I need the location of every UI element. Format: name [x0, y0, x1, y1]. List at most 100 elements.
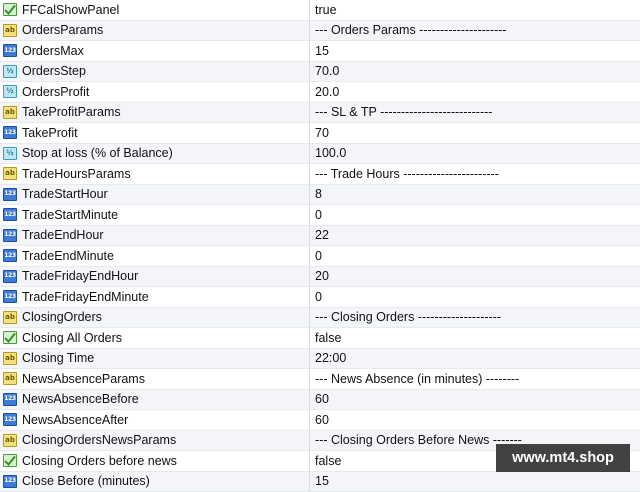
parameter-name-cell: abClosingOrders [0, 308, 310, 328]
parameter-name-cell: FFCalShowPanel [0, 0, 310, 20]
parameter-row[interactable]: ab NewsAbsenceParams --- News Absence (in … [0, 369, 640, 390]
parameter-name-cell: Closing All Orders [0, 328, 310, 348]
parameter-value-cell[interactable]: 22 [311, 226, 640, 246]
string-icon: ab [3, 372, 17, 385]
parameter-row[interactable]: 123 TradeEndMinute 0 [0, 246, 640, 267]
parameter-name-cell: abClosingOrdersNewsParams [0, 431, 310, 451]
parameter-name-cell: 123TradeFridayEndHour [0, 267, 310, 287]
parameter-row[interactable]: ab TakeProfitParams --- SL & TP ----------… [0, 103, 640, 124]
parameter-name-cell: 123NewsAbsenceAfter [0, 410, 310, 430]
bool-icon [3, 331, 17, 344]
parameter-name-cell: ab NewsAbsenceParams [0, 369, 310, 389]
string-icon: ab [3, 106, 17, 119]
watermark: www.mt4.shop [496, 444, 630, 472]
parameter-name-cell: ½Stop at loss (% of Balance) [0, 144, 310, 164]
parameter-name-cell: ab OrdersParams [0, 21, 310, 41]
parameter-value-cell[interactable]: --- Orders Params --------------------- [311, 21, 640, 41]
string-icon: ab [3, 24, 17, 37]
parameter-row[interactable]: Closing All Orders false [0, 328, 640, 349]
bool-icon [3, 3, 17, 16]
parameter-name: TradeFridayEndHour [22, 269, 138, 283]
parameter-row[interactable]: ab OrdersParams --- Orders Params --------… [0, 21, 640, 42]
parameter-name-cell: ab Closing Time [0, 349, 310, 369]
parameter-value-cell[interactable]: true [311, 0, 640, 20]
parameter-row[interactable]: 123TradeStartMinute0 [0, 205, 640, 226]
parameter-row[interactable]: abClosingOrders--- Closing Orders ------… [0, 308, 640, 329]
parameter-value-cell[interactable]: --- Closing Orders -------------------- [311, 308, 640, 328]
string-icon: ab [3, 311, 17, 324]
parameter-value-cell[interactable]: 22:00 [311, 349, 640, 369]
parameter-value-cell[interactable]: 100.0 [311, 144, 640, 164]
parameter-name: Closing All Orders [22, 331, 122, 345]
parameter-value-cell[interactable]: 70 [311, 123, 640, 143]
parameter-value-cell[interactable]: --- SL & TP --------------------------- [311, 103, 640, 123]
integer-icon: 123 [3, 475, 17, 488]
parameter-name-cell: 123 TradeEndHour [0, 226, 310, 246]
parameter-name: NewsAbsenceBefore [22, 392, 139, 406]
integer-icon: 123 [3, 126, 17, 139]
double-icon: ½ [3, 65, 17, 78]
integer-icon: 123 [3, 44, 17, 57]
parameter-row[interactable]: 123NewsAbsenceBefore60 [0, 390, 640, 411]
parameter-row[interactable]: 123 OrdersMax 15 [0, 41, 640, 62]
parameter-value-cell[interactable]: 0 [311, 205, 640, 225]
parameter-row[interactable]: 123 TradeEndHour 22 [0, 226, 640, 247]
parameter-value-cell[interactable]: 60 [311, 410, 640, 430]
double-icon: ½ [3, 85, 17, 98]
parameter-value-cell[interactable]: false [311, 328, 640, 348]
parameter-name-cell: 123 OrdersMax [0, 41, 310, 61]
parameter-name: Closing Orders before news [22, 454, 177, 468]
parameter-name-cell: ½OrdersProfit [0, 82, 310, 102]
parameter-value-cell[interactable]: 20.0 [311, 82, 640, 102]
parameter-row[interactable]: 123TradeFridayEndHour20 [0, 267, 640, 288]
string-icon: ab [3, 167, 17, 180]
parameter-value-cell[interactable]: 0 [311, 246, 640, 266]
double-icon: ½ [3, 147, 17, 160]
parameter-row[interactable]: ab TradeHoursParams --- Trade Hours ------… [0, 164, 640, 185]
parameter-row[interactable]: 123 Close Before (minutes) 15 [0, 472, 640, 492]
parameter-value-cell[interactable]: --- Trade Hours ----------------------- [311, 164, 640, 184]
parameter-name: TakeProfitParams [22, 105, 121, 119]
parameter-name-cell: Closing Orders before news [0, 451, 310, 471]
string-icon: ab [3, 434, 17, 447]
parameter-row[interactable]: ½OrdersProfit20.0 [0, 82, 640, 103]
parameter-name: TakeProfit [22, 126, 78, 140]
integer-icon: 123 [3, 229, 17, 242]
parameter-row[interactable]: ½OrdersStep70.0 [0, 62, 640, 83]
parameter-value-cell[interactable]: 8 [311, 185, 640, 205]
parameter-name-cell: ½OrdersStep [0, 62, 310, 82]
parameter-name: Close Before (minutes) [22, 474, 150, 488]
integer-icon: 123 [3, 290, 17, 303]
parameter-name: TradeStartMinute [22, 208, 118, 222]
parameter-name-cell: 123TradeStartMinute [0, 205, 310, 225]
parameter-name-cell: 123 TakeProfit [0, 123, 310, 143]
parameter-value-cell[interactable]: 0 [311, 287, 640, 307]
parameter-name: OrdersParams [22, 23, 103, 37]
parameter-row[interactable]: ½Stop at loss (% of Balance)100.0 [0, 144, 640, 165]
parameter-name: TradeHoursParams [22, 167, 131, 181]
parameter-name: TradeStartHour [22, 187, 108, 201]
parameter-row[interactable]: 123 TakeProfit 70 [0, 123, 640, 144]
parameter-name-cell: 123 Close Before (minutes) [0, 472, 310, 492]
inputs-parameter-grid: FFCalShowPaneltrue ab OrdersParams --- Orde… [0, 0, 640, 492]
parameter-value-cell[interactable]: 15 [311, 41, 640, 61]
parameter-value-cell[interactable]: 70.0 [311, 62, 640, 82]
parameter-name: Closing Time [22, 351, 94, 365]
parameter-value-cell[interactable]: 20 [311, 267, 640, 287]
parameter-row[interactable]: ab Closing Time 22:00 [0, 349, 640, 370]
parameter-name: NewsAbsenceParams [22, 372, 145, 386]
parameter-name-cell: ab TradeHoursParams [0, 164, 310, 184]
parameter-value-cell[interactable]: 15 [311, 472, 640, 492]
parameter-name: OrdersMax [22, 44, 84, 58]
parameter-name: TradeEndHour [22, 228, 104, 242]
parameter-row[interactable]: FFCalShowPaneltrue [0, 0, 640, 21]
parameter-row[interactable]: 123TradeFridayEndMinute0 [0, 287, 640, 308]
parameter-name-cell: 123 TradeEndMinute [0, 246, 310, 266]
parameter-name: TradeEndMinute [22, 249, 114, 263]
string-icon: ab [3, 352, 17, 365]
parameter-row[interactable]: 123NewsAbsenceAfter60 [0, 410, 640, 431]
parameter-value-cell[interactable]: --- News Absence (in minutes) -------- [311, 369, 640, 389]
integer-icon: 123 [3, 249, 17, 262]
parameter-row[interactable]: 123TradeStartHour8 [0, 185, 640, 206]
parameter-value-cell[interactable]: 60 [311, 390, 640, 410]
